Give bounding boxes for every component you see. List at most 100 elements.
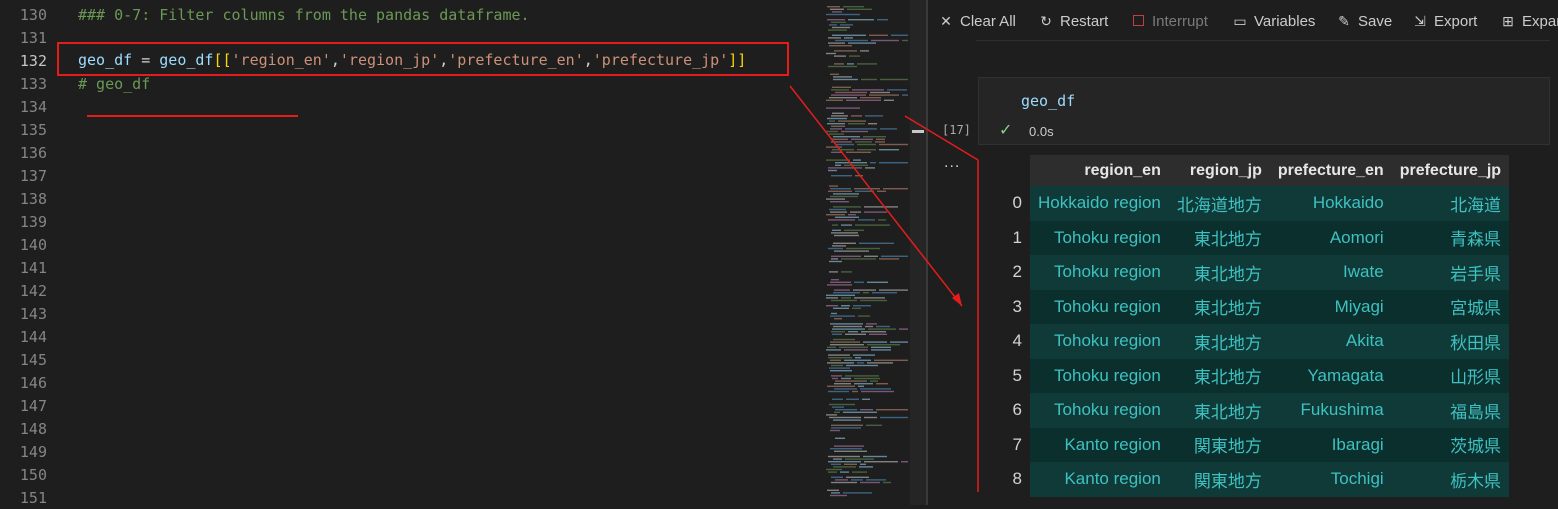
minimap-line	[883, 481, 891, 484]
minimap-line	[829, 120, 835, 122]
scrollbar-thumb-marker[interactable]	[912, 130, 924, 133]
minimap-line	[857, 143, 876, 146]
minimap-line	[835, 39, 868, 42]
minimap-line	[833, 458, 842, 460]
minimap-line	[835, 91, 867, 94]
code-cell[interactable]: geo_df ✓ 0.0s	[978, 77, 1550, 145]
minimap-line	[844, 359, 871, 361]
minimap-line	[854, 383, 873, 385]
minimap-line	[833, 206, 861, 208]
minimap-line	[835, 380, 867, 382]
minimap-line	[835, 143, 854, 146]
minimap-line	[828, 65, 857, 68]
output-more-button[interactable]: ...	[944, 154, 960, 172]
minimap-line	[826, 146, 842, 148]
export-icon: ⇲	[1414, 13, 1426, 29]
minimap-line	[829, 45, 852, 47]
minimap-line	[830, 128, 842, 130]
export-label: Export	[1434, 13, 1478, 30]
editor-scrollbar[interactable]	[910, 0, 926, 505]
minimap-line	[860, 388, 891, 390]
minimap-line	[855, 357, 861, 359]
code-line[interactable]: # geo_df	[78, 73, 150, 96]
minimap-line	[876, 383, 888, 385]
minimap-line	[826, 198, 845, 200]
minimap-line	[832, 149, 854, 151]
minimap-line	[845, 375, 879, 377]
minimap-line	[828, 390, 849, 393]
minimap-line	[828, 247, 843, 250]
table-cell: 東北地方	[1168, 255, 1270, 290]
minimap-line	[826, 107, 860, 109]
minimap-line	[879, 258, 899, 260]
line-number: 151	[19, 489, 47, 505]
code-editor[interactable]: 130 131 132 133 134 135 136 137 138 139 140 141 142 1…	[0, 0, 820, 505]
minimap-line	[835, 409, 857, 411]
restart-button[interactable]: ↻ Restart	[1038, 10, 1108, 32]
minimap-line	[831, 151, 843, 153]
save-button[interactable]: ✎ Save	[1336, 10, 1392, 32]
minimap-line	[831, 89, 849, 91]
export-button[interactable]: ⇲ Export	[1412, 10, 1477, 32]
table-cell: 秋田県	[1391, 324, 1510, 359]
highlight-annotation-box	[57, 42, 789, 76]
clear-all-button[interactable]: ✕ Clear All	[938, 10, 1016, 32]
minimap-line	[858, 219, 875, 221]
table-row: 0 Hokkaido region 北海道地方 Hokkaido 北海道	[988, 186, 1510, 221]
minimap-line	[843, 6, 864, 8]
line-number: 138	[19, 190, 47, 208]
variables-button[interactable]: ▭ Variables	[1232, 10, 1315, 32]
minimap-line	[831, 463, 841, 465]
minimap-line	[849, 55, 860, 57]
line-number: 141	[19, 259, 47, 277]
table-cell: Tohoku region	[1030, 255, 1169, 290]
minimap-line	[833, 419, 861, 421]
minimap-line	[827, 19, 845, 21]
minimap[interactable]	[820, 0, 912, 505]
table-cell: 福島県	[1391, 393, 1510, 428]
table-cell: Kanto region	[1030, 427, 1169, 462]
minimap-line	[844, 37, 853, 39]
minimap-line	[858, 315, 870, 317]
minimap-line	[860, 50, 869, 52]
minimap-line	[828, 471, 837, 473]
table-cell: 東北地方	[1168, 289, 1270, 324]
minimap-line	[843, 492, 872, 494]
minimap-line	[833, 78, 858, 81]
table-cell: 東北地方	[1168, 358, 1270, 393]
minimap-line	[832, 112, 844, 114]
cell-code[interactable]: geo_df	[1021, 92, 1075, 110]
minimap-line	[887, 89, 907, 91]
minimap-line	[852, 471, 867, 473]
variables-label: Variables	[1254, 13, 1316, 30]
minimap-line	[871, 349, 891, 351]
table-cell: 東北地方	[1168, 220, 1270, 255]
variables-icon: ▭	[1233, 13, 1247, 29]
table-cell: 青森県	[1391, 220, 1510, 255]
minimap-line	[855, 141, 872, 143]
minimap-line	[831, 331, 845, 333]
minimap-line	[830, 344, 864, 346]
minimap-line	[831, 312, 837, 315]
code-line[interactable]: ### 0-7: Filter columns from the pandas …	[78, 4, 530, 27]
minimap-line	[864, 416, 877, 419]
minimap-line	[829, 24, 837, 26]
table-cell: Akita	[1269, 324, 1392, 359]
minimap-line	[827, 362, 854, 364]
minimap-line	[831, 427, 861, 429]
minimap-line	[829, 185, 838, 187]
table-row: 4 Tohoku region 東北地方 Akita 秋田県	[988, 324, 1510, 359]
table-cell: Miyagi	[1269, 289, 1392, 324]
column-header: prefecture_en	[1269, 155, 1392, 186]
table-row: 6 Tohoku region 東北地方 Fukushima 福島県	[988, 393, 1510, 428]
line-number: 144	[19, 328, 47, 346]
interrupt-button[interactable]: Interrupt	[1130, 10, 1208, 32]
minimap-line	[831, 364, 843, 367]
line-number: 148	[19, 420, 47, 438]
expand-button[interactable]: ⊞ Expand	[1500, 10, 1558, 32]
minimap-line	[876, 138, 885, 140]
minimap-line	[874, 359, 908, 361]
minimap-line	[828, 354, 850, 356]
minimap-line	[846, 247, 880, 250]
minimap-line	[832, 138, 848, 140]
